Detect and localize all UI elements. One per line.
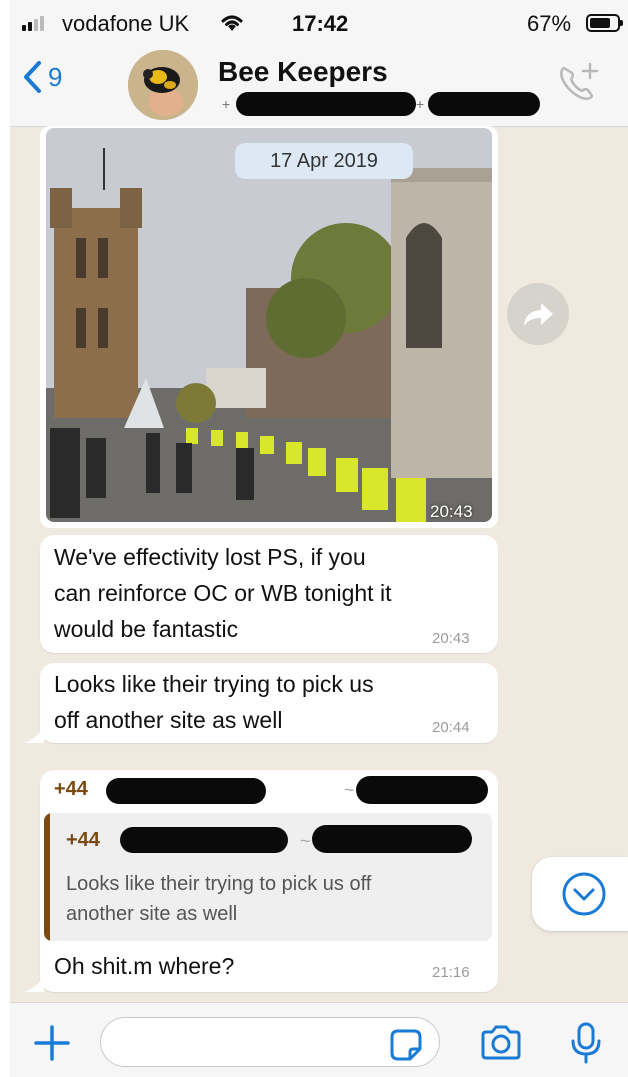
status-bar: vodafone UK 17:42 67% xyxy=(10,0,628,46)
clock: 17:42 xyxy=(292,11,349,36)
scroll-down-icon xyxy=(562,872,606,916)
message-time: 20:43 xyxy=(430,502,473,521)
signal-icon xyxy=(22,16,44,31)
message-text: Looks like their trying to pick us off a… xyxy=(54,666,374,738)
add-call-icon[interactable] xyxy=(554,60,602,108)
message-text: Oh shit.m where? xyxy=(54,953,235,979)
input-bar xyxy=(10,1002,628,1077)
wifi-icon xyxy=(221,15,243,31)
redacted-number xyxy=(120,827,288,853)
bubble-tail xyxy=(24,727,44,743)
unread-count: 9 xyxy=(48,61,63,92)
quoted-text: Looks like their trying to pick us off a… xyxy=(66,869,371,929)
sender-tilde: ~ xyxy=(344,780,355,800)
chat-screen: vodafone UK 17:42 67% 9 Bee Keepers + + … xyxy=(10,0,628,1077)
redacted-name xyxy=(356,776,488,804)
plus-icon[interactable] xyxy=(32,1023,72,1063)
redacted-name xyxy=(312,825,472,853)
quoted-sender: +44 xyxy=(66,829,100,851)
forward-icon xyxy=(524,303,553,326)
redacted-number xyxy=(236,92,416,116)
chat-header: 9 Bee Keepers + + xyxy=(10,46,628,127)
sender-name[interactable]: +44 xyxy=(54,778,88,801)
sender-tilde: ~ xyxy=(300,831,311,851)
redacted-number xyxy=(428,92,540,116)
message-line: can reinforce OC or WB tonight it xyxy=(54,580,392,606)
chat-title[interactable]: Bee Keepers xyxy=(218,56,388,88)
sticker-icon[interactable] xyxy=(386,1025,426,1065)
camera-icon[interactable] xyxy=(478,1023,524,1063)
message-time: 20:43 xyxy=(432,630,470,647)
forward-button[interactable] xyxy=(507,283,569,345)
message-line: We've effectivity lost PS, if you xyxy=(54,544,366,570)
photo-thumbnail[interactable] xyxy=(46,128,492,522)
microphone-icon[interactable] xyxy=(568,1021,604,1065)
back-button[interactable]: 9 xyxy=(22,60,62,94)
message-time: 21:16 xyxy=(432,964,470,981)
back-chevron-icon xyxy=(24,61,41,93)
group-avatar[interactable] xyxy=(128,50,198,120)
quoted-message[interactable]: +44 ~ Looks like their trying to pick us… xyxy=(44,813,492,941)
quote-bar xyxy=(44,813,50,941)
battery-icon xyxy=(586,14,623,32)
quoted-line: another site as well xyxy=(66,903,238,925)
redacted-number xyxy=(106,778,266,804)
carrier-name: vodafone UK xyxy=(62,11,190,36)
message-time: 20:44 xyxy=(432,719,470,736)
message-line: off another site as well xyxy=(54,707,283,733)
message-line: Looks like their trying to pick us xyxy=(54,671,374,697)
participants-list[interactable]: + + xyxy=(218,92,548,116)
message-line: would be fantastic xyxy=(54,616,239,642)
date-separator: 17 Apr 2019 xyxy=(235,143,413,179)
message-text: We've effectivity lost PS, if you can re… xyxy=(54,539,391,647)
quoted-line: Looks like their trying to pick us off xyxy=(66,873,372,895)
bubble-tail xyxy=(24,976,44,992)
scroll-down-button[interactable] xyxy=(532,857,628,931)
battery-percent: 67% xyxy=(527,11,572,36)
